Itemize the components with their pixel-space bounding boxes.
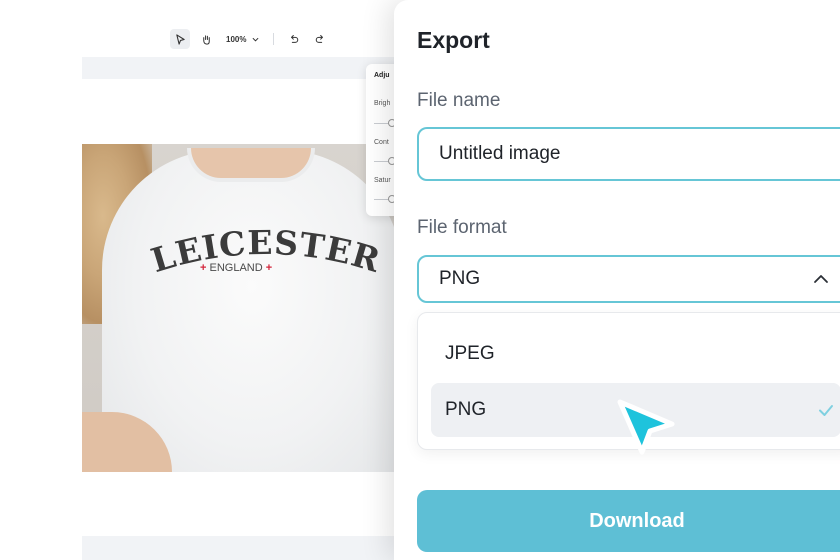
sweatshirt-collar (187, 148, 315, 182)
export-panel: Export File name Untitled image File for… (394, 0, 840, 560)
chevron-up-icon (814, 275, 828, 283)
format-option-label: PNG (445, 399, 487, 420)
adjust-panel-title: Adju (374, 72, 390, 79)
download-button[interactable]: Download (417, 490, 840, 552)
undo-icon (291, 35, 299, 43)
flag-cross-icon: + (265, 262, 273, 274)
file-format-select[interactable]: PNG (417, 255, 840, 303)
format-option-label: JPEG (445, 343, 495, 364)
cursor-arrow-icon (617, 399, 675, 455)
export-panel-title: Export (417, 27, 490, 53)
file-format-label: File format (417, 217, 507, 238)
canvas-page-strip-top (82, 57, 412, 79)
file-name-input[interactable]: Untitled image (417, 127, 840, 181)
file-format-selected-value: PNG (439, 268, 481, 289)
select-tool-button[interactable] (170, 29, 190, 49)
contrast-label: Cont (374, 139, 389, 146)
print-sub-text: + ENGLAND + (200, 262, 273, 274)
zoom-dropdown[interactable]: 100% (222, 35, 263, 44)
redo-button[interactable] (310, 29, 330, 49)
editor-toolbar: 100% (170, 28, 330, 50)
flag-cross-icon: + (200, 262, 207, 274)
brightness-label: Brigh (374, 100, 391, 107)
sweatshirt-photo[interactable]: LEICESTER + ENGLAND + (82, 144, 412, 472)
zoom-value: 100% (226, 34, 247, 44)
saturation-label: Satur (374, 177, 391, 184)
checkmark-icon (819, 405, 833, 416)
canvas-page-strip-bottom (82, 536, 412, 560)
select-pointer-icon (175, 33, 185, 45)
undo-button[interactable] (284, 29, 304, 49)
file-name-value: Untitled image (439, 143, 561, 164)
file-name-label: File name (417, 90, 501, 111)
format-option-jpeg[interactable]: JPEG (431, 327, 840, 381)
toolbar-divider (273, 33, 275, 45)
chevron-down-icon (252, 37, 259, 42)
hand-tool-button[interactable] (196, 29, 216, 49)
redo-icon (316, 35, 324, 43)
hand-icon (202, 34, 210, 45)
